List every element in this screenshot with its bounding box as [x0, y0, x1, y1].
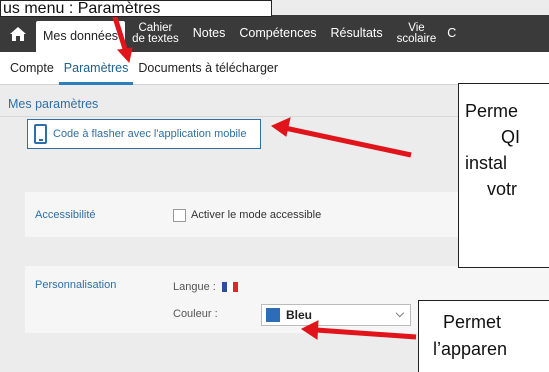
nav-mes-donnees[interactable]: Mes données	[36, 21, 126, 52]
nav-vie-scolaire[interactable]: Vie scolaire	[390, 15, 444, 52]
nav-notes[interactable]: Notes	[186, 15, 233, 52]
annotation-line: Permet	[443, 312, 502, 332]
color-select[interactable]: Bleu ⌵	[261, 304, 411, 326]
home-icon	[10, 26, 26, 41]
nav-label-line2: de textes	[132, 32, 179, 45]
tab-parametres[interactable]: Paramètres	[58, 52, 134, 85]
nav-competences[interactable]: Compétences	[232, 15, 323, 52]
nav-label: Résultats	[330, 26, 383, 40]
nav-label: C	[447, 26, 457, 40]
nav-label-line1: Vie	[408, 21, 425, 34]
nav-label: Compétences	[239, 26, 317, 40]
nav-label: Mes données	[43, 29, 119, 43]
mobile-phone-icon	[34, 124, 47, 144]
nav-label-line1: Cahier	[138, 21, 173, 34]
page-title: Mes paramètres	[8, 97, 99, 111]
nav-label: Notes	[192, 26, 226, 40]
qr-code-button[interactable]: Code à flasher avec l'application mobile	[27, 119, 261, 149]
personalisation-label: Personnalisation	[35, 279, 117, 291]
top-nav: Mes données Cahier de textes Notes Compé…	[0, 15, 549, 52]
annotation-right-2: Permet l’apparen	[418, 300, 549, 372]
language-label: Langue :	[173, 281, 216, 293]
chevron-down-icon: ⌵	[395, 308, 404, 320]
annotation-line: l’apparen	[433, 339, 508, 359]
color-select-value: Bleu	[286, 308, 313, 322]
annotation-right-1: Perme QI instal votr	[458, 83, 549, 268]
french-flag-icon[interactable]	[222, 282, 238, 292]
nav-cahier-de-textes[interactable]: Cahier de textes	[125, 15, 186, 52]
home-button[interactable]	[0, 15, 36, 52]
accessibility-label: Accessibilité	[35, 209, 96, 221]
accessible-mode-checkbox[interactable]	[173, 209, 186, 222]
nav-resultats[interactable]: Résultats	[324, 15, 390, 52]
tab-compte[interactable]: Compte	[5, 52, 59, 85]
annotation-line: votr	[487, 179, 518, 199]
qr-code-button-label: Code à flasher avec l'application mobile	[53, 128, 247, 140]
annotation-top: us menu : Paramètres	[0, 0, 272, 17]
tab-documents-a-telecharger[interactable]: Documents à télécharger	[133, 52, 283, 85]
color-swatch	[266, 308, 280, 322]
nav-item-truncated[interactable]: C	[443, 15, 460, 52]
annotation-line: instal	[465, 153, 508, 173]
annotation-line: Perme	[465, 101, 519, 121]
annotation-line: QI	[501, 127, 521, 147]
sub-nav: Compte Paramètres Documents à télécharge…	[0, 52, 549, 85]
nav-label-line2: scolaire	[396, 32, 437, 45]
color-label: Couleur :	[173, 308, 218, 320]
accessible-mode-label[interactable]: Activer le mode accessible	[191, 209, 321, 221]
